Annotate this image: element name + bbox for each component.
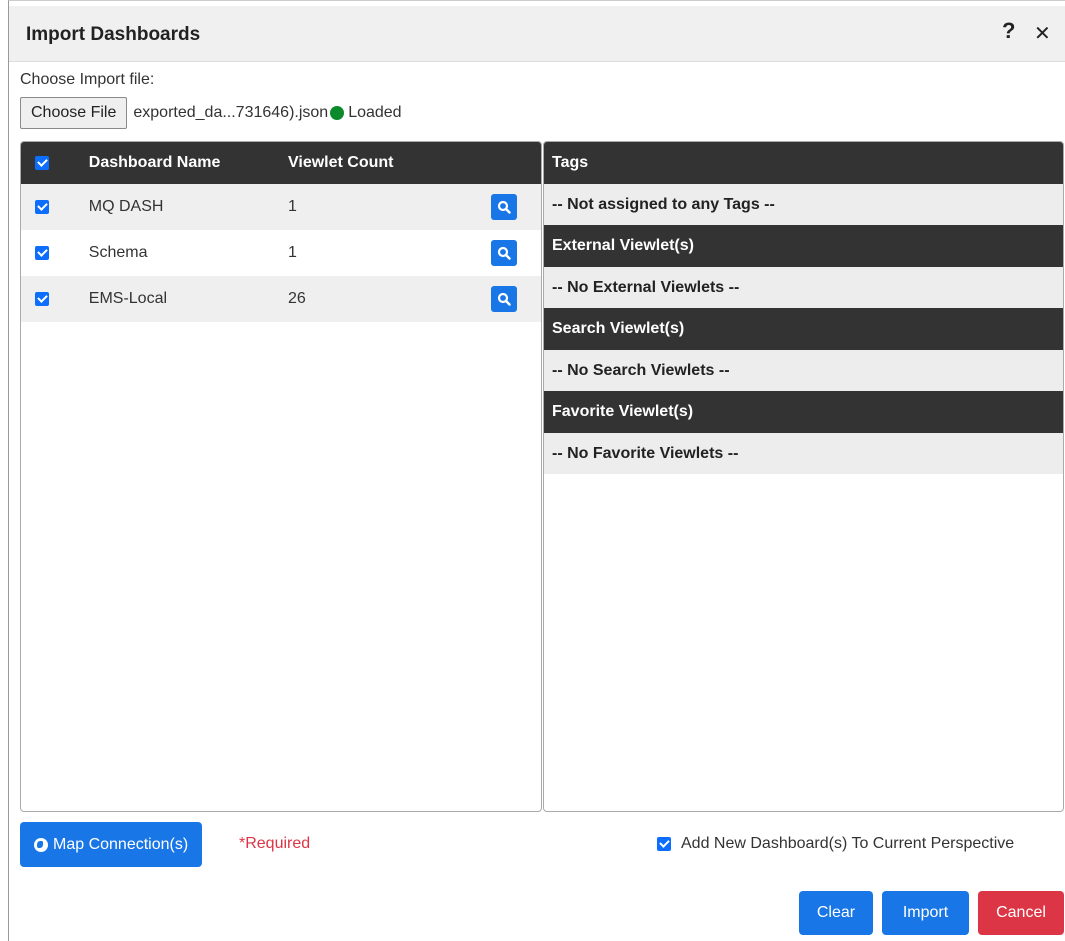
select-all-checkbox[interactable]	[35, 156, 49, 170]
preview-button[interactable]	[491, 194, 518, 220]
choose-file-label: Choose Import file:	[20, 71, 155, 88]
add-to-perspective-option[interactable]: Add New Dashboard(s) To Current Perspect…	[657, 835, 1014, 853]
add-to-perspective-label: Add New Dashboard(s) To Current Perspect…	[681, 835, 1015, 852]
viewlet-count-cell: 1	[288, 198, 297, 215]
dashboard-name-cell: EMS-Local	[88, 290, 168, 307]
loaded-status-icon	[330, 106, 345, 120]
external-viewlets-value: -- No External Viewlets --	[544, 267, 1063, 308]
dashboard-name-cell: Schema	[88, 244, 148, 261]
choose-file-button[interactable]: Choose File	[20, 97, 128, 129]
preview-button[interactable]	[491, 286, 518, 312]
file-name: exported_da...731646).json	[133, 104, 329, 121]
column-header-viewlet-count: Viewlet Count	[288, 154, 394, 171]
column-header-dashboard-name: Dashboard Name	[88, 154, 221, 171]
row-checkbox[interactable]	[35, 200, 49, 214]
viewlet-count-cell: 26	[288, 290, 306, 307]
dashboards-table: Dashboard Name Viewlet Count MQ DASH 1 S…	[20, 141, 542, 812]
import-dashboards-dialog: Import Dashboards ? ✕ Choose Import file…	[8, 0, 1065, 941]
tags-value: -- Not assigned to any Tags --	[544, 184, 1063, 225]
map-connections-button[interactable]: Map Connection(s)	[20, 822, 203, 867]
row-checkbox[interactable]	[35, 246, 49, 260]
search-icon	[498, 246, 511, 260]
loaded-status-text: Loaded	[348, 104, 402, 121]
favorite-viewlets-value: -- No Favorite Viewlets --	[544, 433, 1063, 474]
dashboard-details-panel: Tags -- Not assigned to any Tags -- Exte…	[543, 141, 1064, 812]
table-row: MQ DASH 1	[21, 184, 541, 230]
globe-icon	[34, 837, 48, 852]
row-checkbox[interactable]	[35, 292, 49, 306]
search-icon	[498, 292, 511, 306]
dialog-titlebar: Import Dashboards ? ✕	[9, 6, 1065, 62]
preview-button[interactable]	[491, 240, 518, 266]
dashboard-name-cell: MQ DASH	[88, 198, 164, 215]
table-row: EMS-Local 26	[21, 276, 541, 322]
search-viewlets-value: -- No Search Viewlets --	[544, 350, 1063, 391]
file-row: Choose File exported_da...731646).json L…	[20, 97, 402, 129]
import-button[interactable]: Import	[882, 891, 969, 935]
dialog-title: Import Dashboards	[26, 24, 201, 45]
table-row: Schema 1	[21, 230, 541, 276]
required-note: *Required	[239, 835, 311, 852]
favorite-viewlets-header: Favorite Viewlet(s)	[544, 391, 1063, 433]
help-icon[interactable]: ?	[1002, 18, 1015, 44]
map-connections-label: Map Connection(s)	[53, 835, 189, 853]
add-to-perspective-checkbox[interactable]	[657, 837, 671, 851]
search-viewlets-header: Search Viewlet(s)	[544, 308, 1063, 350]
table-header: Dashboard Name Viewlet Count	[21, 142, 541, 184]
cancel-button[interactable]: Cancel	[978, 891, 1064, 935]
clear-button[interactable]: Clear	[799, 891, 873, 935]
search-icon	[498, 200, 511, 214]
close-icon[interactable]: ✕	[1034, 21, 1051, 46]
tags-header: Tags	[544, 142, 1063, 184]
external-viewlets-header: External Viewlet(s)	[544, 225, 1063, 267]
viewlet-count-cell: 1	[288, 244, 297, 261]
